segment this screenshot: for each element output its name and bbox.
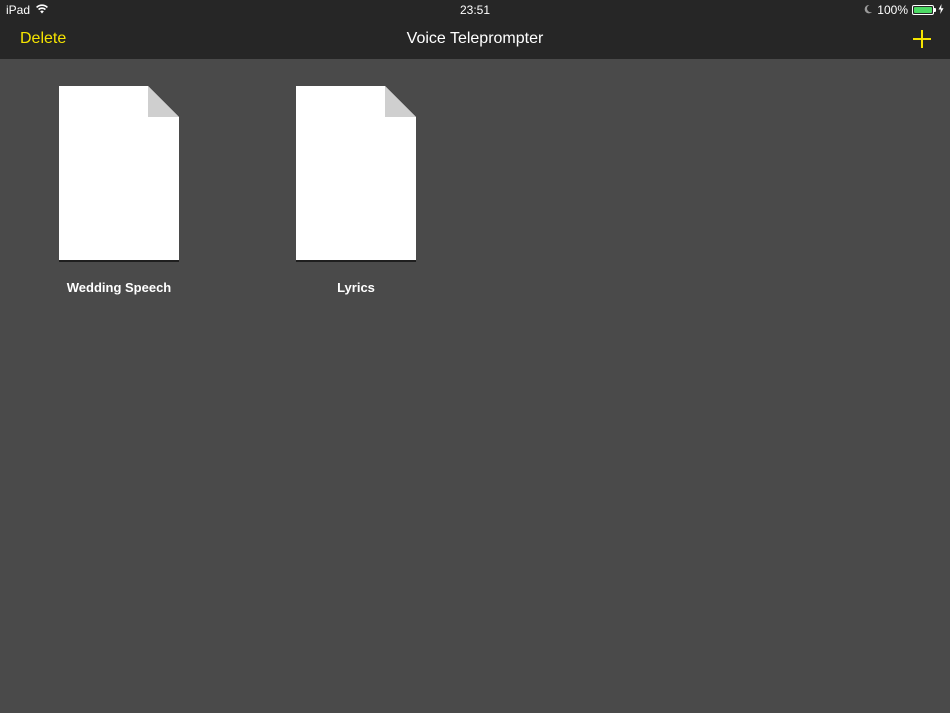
- document-item-wedding-speech[interactable]: Wedding Speech: [57, 86, 181, 295]
- status-time: 23:51: [459, 3, 491, 17]
- document-name: Lyrics: [337, 280, 375, 295]
- status-right: 100%: [863, 3, 944, 17]
- add-document-button[interactable]: [910, 27, 934, 51]
- page-title: Voice Teleprompter: [406, 30, 544, 47]
- navigation-bar: Delete Voice Teleprompter: [0, 20, 950, 59]
- plus-icon: [913, 30, 931, 48]
- battery-fill: [914, 7, 932, 13]
- document-icon: [296, 86, 416, 262]
- document-icon: [59, 86, 179, 262]
- status-bar: iPad 23:51 100%: [0, 0, 950, 20]
- battery-icon: [912, 5, 936, 15]
- charging-icon: [938, 3, 944, 17]
- battery-percent: 100%: [877, 3, 908, 17]
- document-name: Wedding Speech: [66, 280, 172, 295]
- document-item-lyrics[interactable]: Lyrics: [294, 86, 418, 295]
- moon-icon: [863, 3, 873, 17]
